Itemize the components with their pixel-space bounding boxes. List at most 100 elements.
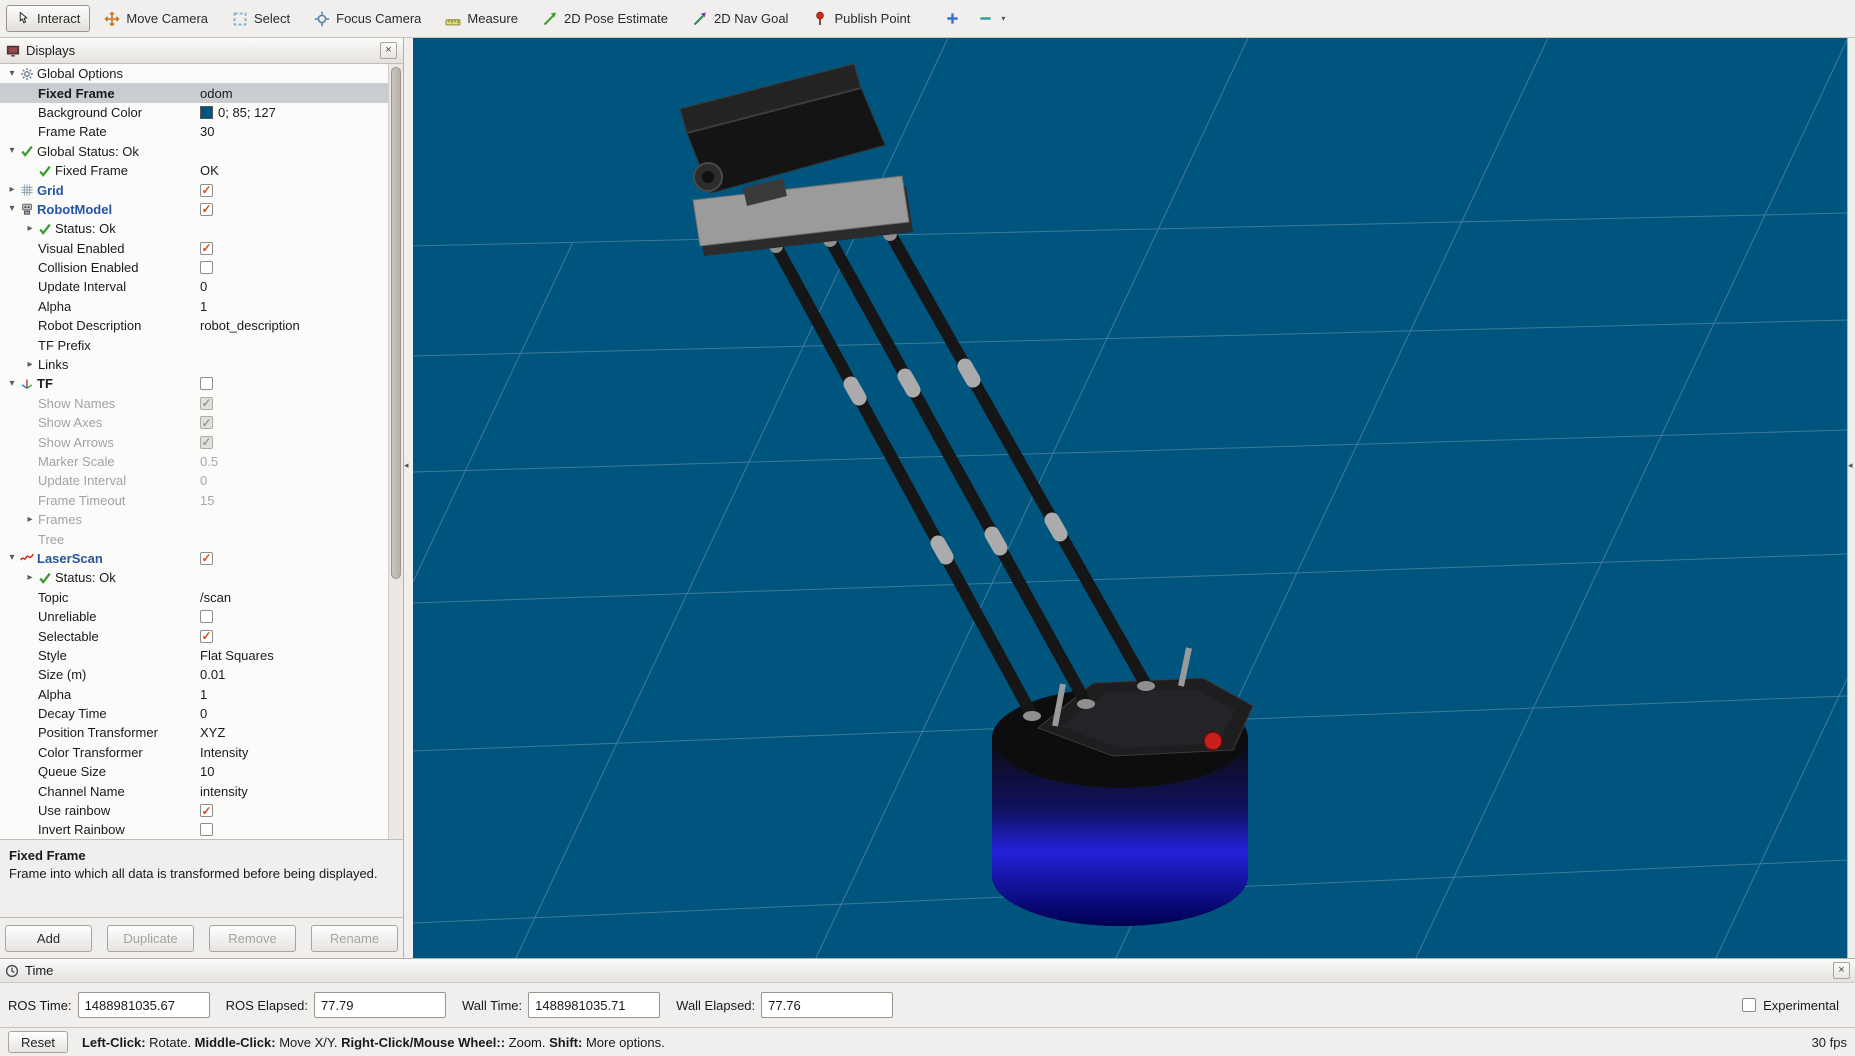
display-row-update-interval[interactable]: Update Interval 0 <box>0 277 403 296</box>
display-row-color-transformer[interactable]: Color Transformer Intensity <box>0 743 403 762</box>
property-value[interactable]: ✓ <box>196 396 403 410</box>
property-value[interactable]: 15 <box>196 493 403 508</box>
display-row-alpha[interactable]: Alpha 1 <box>0 685 403 704</box>
property-value[interactable]: 0 <box>196 706 403 721</box>
property-value[interactable] <box>196 823 403 837</box>
display-row-grid[interactable]: ▸ Grid ✓ <box>0 180 403 199</box>
time-field-input[interactable] <box>77 992 210 1018</box>
property-value[interactable]: ✓ <box>196 551 403 565</box>
expander-open-icon[interactable]: ▾ <box>4 378 20 389</box>
expander-closed-icon[interactable]: ▸ <box>4 185 20 195</box>
display-row-unreliable[interactable]: Unreliable <box>0 607 403 626</box>
checkbox-checked[interactable]: ✓ <box>200 804 213 818</box>
property-value[interactable]: XYZ <box>196 725 403 740</box>
display-row-show-names[interactable]: Show Names ✓ <box>0 394 403 413</box>
expander-open-icon[interactable]: ▾ <box>4 553 20 563</box>
display-row-global-status-ok[interactable]: ▾ Global Status: Ok <box>0 142 403 161</box>
checkbox-checked[interactable]: ✓ <box>200 241 213 255</box>
checkbox-checked[interactable]: ✓ <box>200 435 213 449</box>
property-value[interactable]: 0.5 <box>196 454 403 469</box>
property-value[interactable]: 0 <box>196 279 403 294</box>
property-value[interactable]: ✓ <box>196 435 403 449</box>
close-icon[interactable]: × <box>380 42 397 59</box>
tool-interact[interactable]: Interact <box>6 5 91 32</box>
display-row-fixed-frame[interactable]: Fixed Frame OK <box>0 161 403 180</box>
remove-tool-button[interactable]: ▾ <box>971 5 1012 32</box>
display-row-channel-name[interactable]: Channel Name intensity <box>0 781 403 800</box>
display-row-global-options[interactable]: ▾ Global Options <box>0 64 403 83</box>
tool-pose-estimate[interactable]: 2D Pose Estimate <box>532 5 678 33</box>
display-row-topic[interactable]: Topic/scan <box>0 588 403 607</box>
checkbox-checked[interactable]: ✓ <box>200 629 213 643</box>
property-value[interactable]: robot_description <box>196 318 403 333</box>
time-field-input[interactable] <box>313 992 446 1018</box>
display-row-tf-prefix[interactable]: TF Prefix <box>0 335 403 354</box>
rename-button[interactable]: Rename <box>311 924 398 952</box>
splitter-collapse-icon[interactable]: ◂ <box>404 461 409 470</box>
display-row-position-transformer[interactable]: Position Transformer XYZ <box>0 723 403 742</box>
close-icon[interactable]: × <box>1833 962 1850 979</box>
property-value[interactable]: odom <box>196 86 403 101</box>
remove-button[interactable]: Remove <box>209 924 296 952</box>
checkbox-unchecked[interactable] <box>200 823 213 837</box>
display-row-use-rainbow[interactable]: Use rainbow ✓ <box>0 801 403 820</box>
property-value[interactable]: Intensity <box>196 745 403 760</box>
tool-select[interactable]: Select <box>222 5 300 33</box>
property-value[interactable]: ✓ <box>196 183 403 197</box>
display-row-robotmodel[interactable]: ▾ RobotModel ✓ <box>0 200 403 219</box>
checkbox-checked[interactable]: ✓ <box>200 396 213 410</box>
checkbox-checked[interactable]: ✓ <box>200 202 213 216</box>
display-row-frame-timeout[interactable]: Frame Timeout 15 <box>0 491 403 510</box>
experimental-checkbox[interactable] <box>1742 998 1757 1012</box>
right-splitter[interactable]: ◂ <box>1847 38 1855 958</box>
display-row-selectable[interactable]: Selectable ✓ <box>0 626 403 645</box>
right-splitter-icon[interactable]: ◂ <box>1848 461 1853 470</box>
tool-nav-goal[interactable]: 2D Nav Goal <box>682 5 798 33</box>
property-value[interactable] <box>196 261 403 275</box>
display-row-show-axes[interactable]: Show Axes ✓ <box>0 413 403 432</box>
tool-focus-camera[interactable]: Focus Camera <box>304 5 431 33</box>
checkbox-unchecked[interactable] <box>200 377 213 391</box>
display-row-update-interval[interactable]: Update Interval 0 <box>0 471 403 490</box>
time-panel-header[interactable]: Time × <box>0 959 1855 983</box>
display-row-decay-time[interactable]: Decay Time 0 <box>0 704 403 723</box>
property-value[interactable]: 10 <box>196 764 403 779</box>
checkbox-checked[interactable]: ✓ <box>200 416 213 430</box>
checkbox-unchecked[interactable] <box>200 610 213 624</box>
display-row-status-ok[interactable]: ▸ Status: Ok <box>0 568 403 587</box>
render-view[interactable] <box>413 38 1847 958</box>
time-field-input[interactable] <box>761 992 894 1018</box>
display-row-show-arrows[interactable]: Show Arrows ✓ <box>0 432 403 451</box>
add-button[interactable]: Add <box>5 924 92 952</box>
property-value[interactable]: ✓ <box>196 241 403 255</box>
expander-closed-icon[interactable]: ▸ <box>22 514 38 525</box>
checkbox-unchecked[interactable] <box>200 261 213 275</box>
tool-move-camera[interactable]: Move Camera <box>94 5 218 33</box>
property-value[interactable]: 0.01 <box>196 667 403 682</box>
display-row-frames[interactable]: ▸ Frames <box>0 510 403 529</box>
display-row-size-m-[interactable]: Size (m) 0.01 <box>0 665 403 684</box>
scrollbar[interactable] <box>388 64 403 839</box>
display-row-style[interactable]: Style Flat Squares <box>0 646 403 665</box>
reset-button[interactable]: Reset <box>8 1031 68 1053</box>
property-value[interactable]: 0 <box>196 473 403 488</box>
scrollbar-thumb[interactable] <box>391 67 401 579</box>
tool-publish-point[interactable]: Publish Point <box>802 5 920 33</box>
property-value[interactable]: ✓ <box>196 416 403 430</box>
expander-open-icon[interactable]: ▾ <box>4 146 20 156</box>
tool-measure[interactable]: Measure <box>435 5 528 33</box>
checkbox-checked[interactable]: ✓ <box>200 183 213 197</box>
property-value[interactable]: 1 <box>196 299 403 314</box>
property-value[interactable] <box>196 610 403 624</box>
display-row-tf[interactable]: ▾ TF <box>0 374 403 393</box>
display-row-marker-scale[interactable]: Marker Scale 0.5 <box>0 452 403 471</box>
display-row-alpha[interactable]: Alpha 1 <box>0 297 403 316</box>
checkbox-checked[interactable]: ✓ <box>200 551 213 565</box>
expander-closed-icon[interactable]: ▸ <box>22 359 38 370</box>
expander-open-icon[interactable]: ▾ <box>4 68 20 79</box>
property-value[interactable]: 0; 85; 127 <box>196 105 403 120</box>
display-row-background-color[interactable]: Background Color 0; 85; 127 <box>0 103 403 122</box>
display-row-invert-rainbow[interactable]: Invert Rainbow <box>0 820 403 839</box>
property-value[interactable]: ✓ <box>196 629 403 643</box>
display-row-tree[interactable]: Tree <box>0 529 403 548</box>
